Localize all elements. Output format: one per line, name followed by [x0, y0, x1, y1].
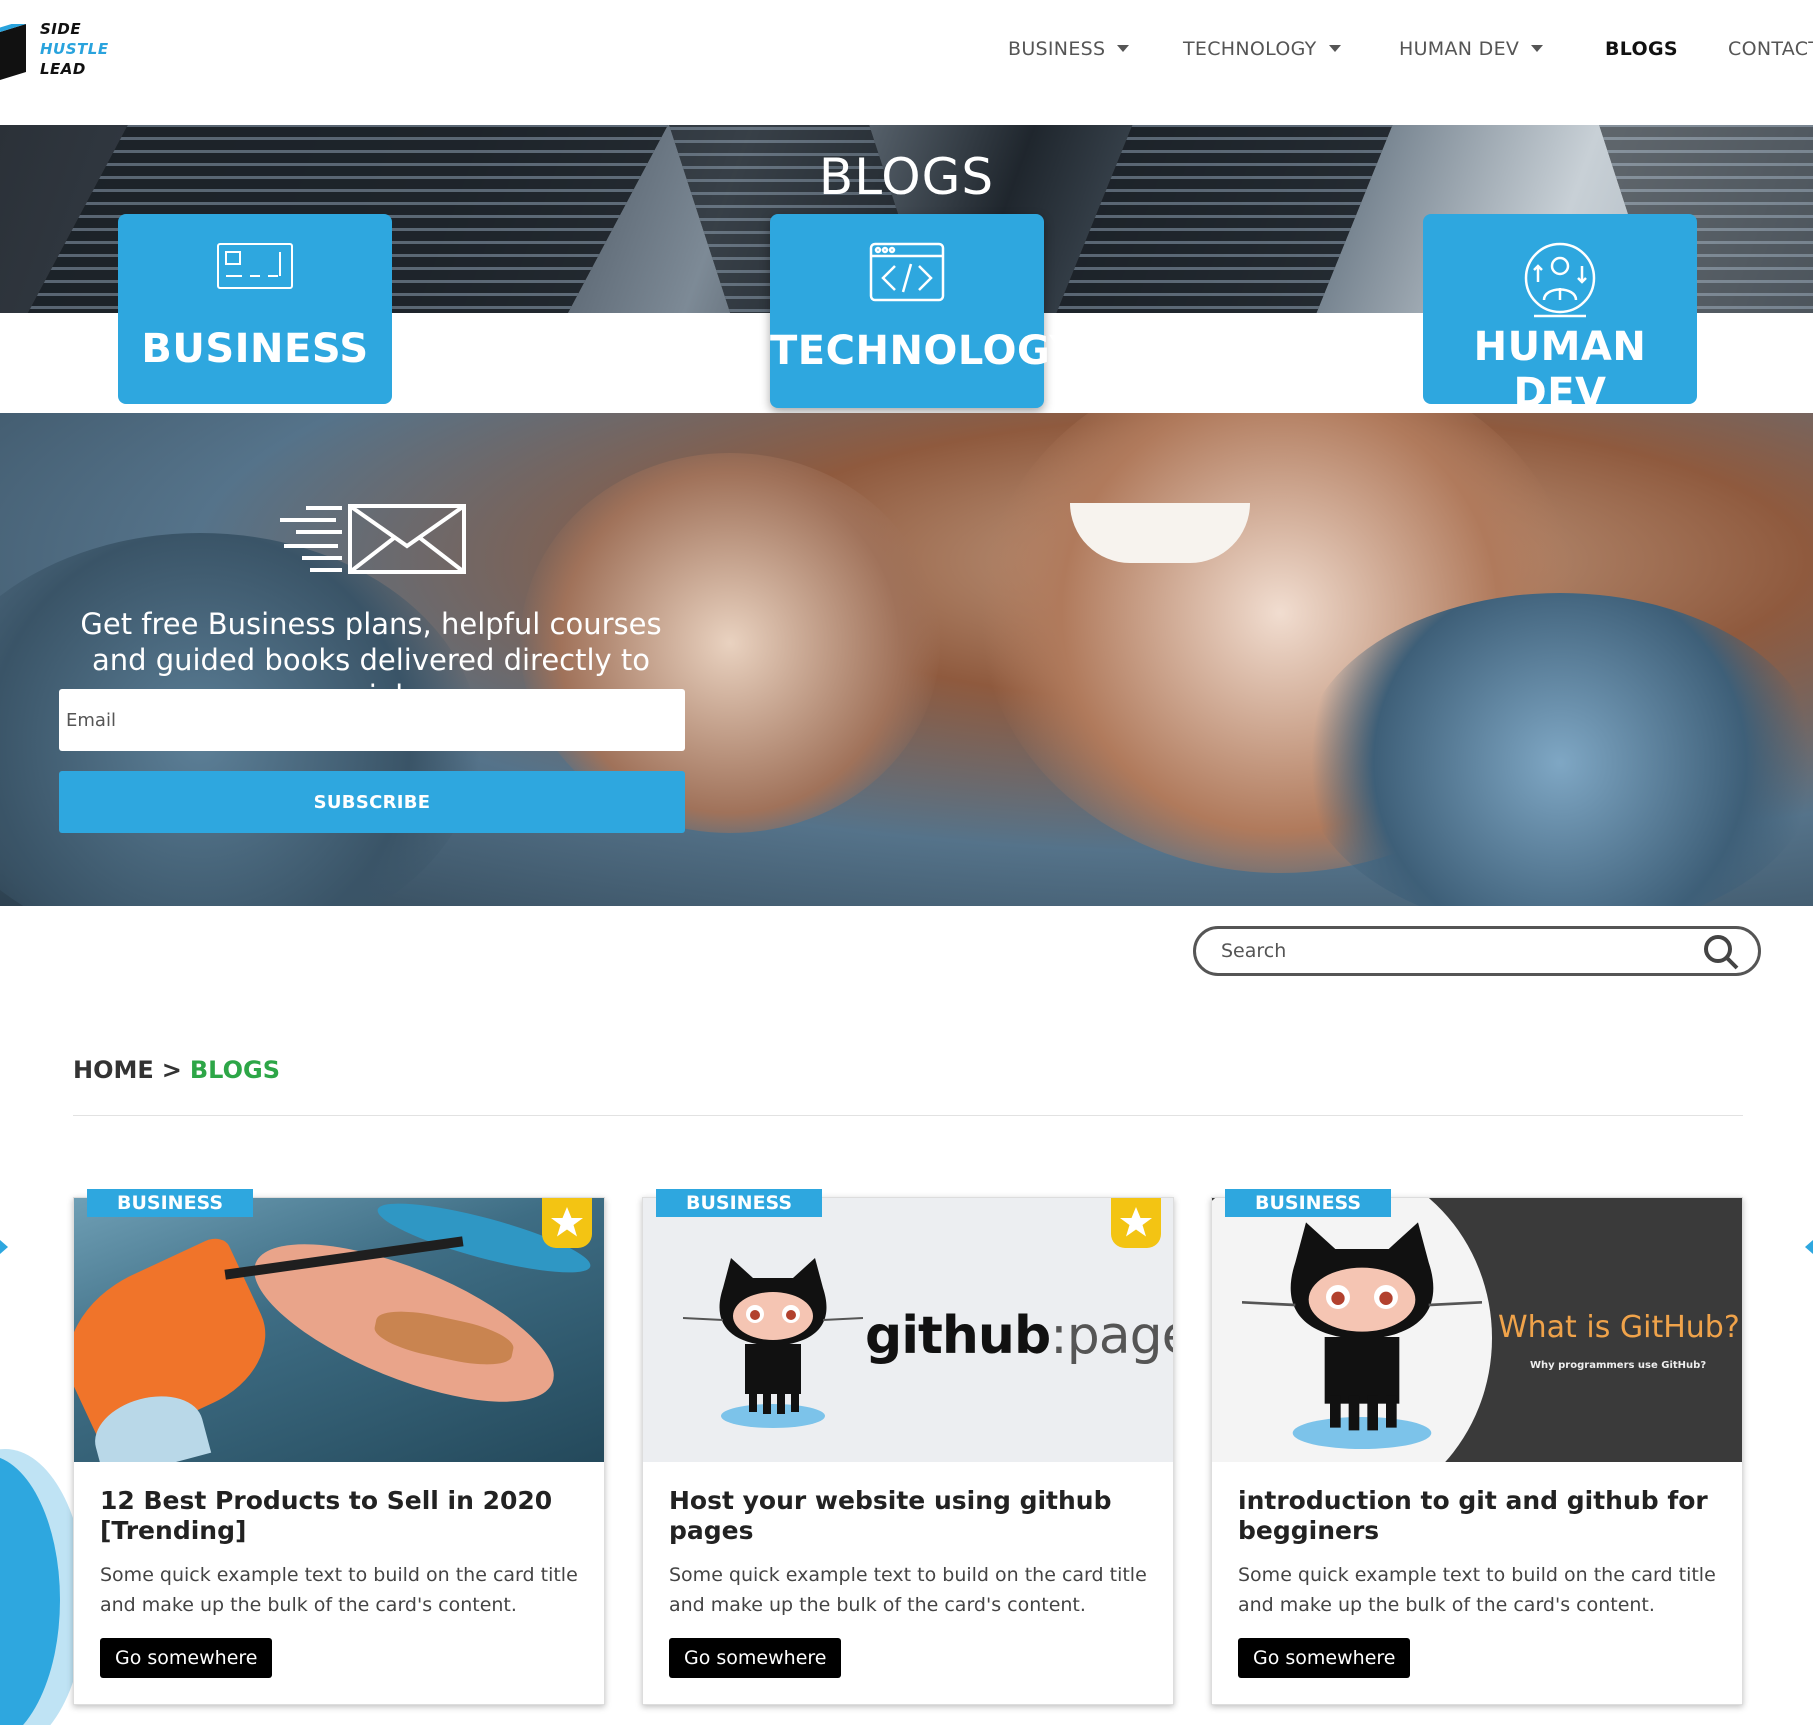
blog-card: BUSINESS github:pages Host your website … [642, 1189, 1174, 1705]
star-icon [551, 1207, 583, 1237]
breadcrumb: HOME > BLOGS [73, 1056, 280, 1084]
category-tag[interactable]: BUSINESS [1225, 1189, 1392, 1217]
featured-star-badge [542, 1198, 592, 1248]
navbar: SIDE HUSTLE LEAD BUSINESS TECHNOLOGY HUM… [0, 0, 1813, 125]
breadcrumb-separator: > [161, 1056, 182, 1084]
nav-item-technology[interactable]: TECHNOLOGY [1183, 38, 1341, 60]
logo-text-hustle: HUSTLE [40, 40, 109, 58]
github-wordmark: github [865, 1306, 1051, 1366]
blog-card: BUSINESS 12 Best Products to Sell in 202… [73, 1189, 605, 1705]
divider [73, 1115, 1743, 1116]
logo-text-lead: LEAD [40, 60, 86, 78]
category-label: TECHNOLOGY [770, 328, 1079, 374]
decorative-shape [0, 1455, 60, 1725]
nav-label: BLOGS [1605, 38, 1678, 60]
image-subheadline: Why programmers use GitHub? [1530, 1360, 1707, 1371]
caret-down-icon [1531, 45, 1544, 52]
search-icon[interactable] [1702, 933, 1740, 971]
post-image-what-is-github: What is GitHub? Why programmers use GitH… [1212, 1198, 1742, 1462]
caret-down-icon [1328, 45, 1341, 52]
site-logo[interactable]: SIDE HUSTLE LEAD [0, 14, 130, 94]
octocat-icon [683, 1258, 863, 1428]
category-tag[interactable]: BUSINESS [656, 1189, 823, 1217]
nav-label: BUSINESS [1008, 38, 1106, 60]
nav-item-contact[interactable]: CONTACT [1728, 38, 1813, 60]
card-body: Host your website using github pages Som… [643, 1462, 1173, 1704]
page-title: BLOGS [818, 148, 995, 206]
card-description: Some quick example text to build on the … [1238, 1564, 1716, 1616]
code-window-icon [869, 242, 945, 302]
search-input[interactable] [1221, 937, 1681, 965]
post-image-github-pages: github:pages [643, 1198, 1173, 1462]
caret-down-icon [1117, 45, 1130, 52]
category-tag[interactable]: BUSINESS [87, 1189, 254, 1217]
mail-icon [280, 504, 466, 574]
pages-wordmark: :pages [1050, 1306, 1173, 1366]
card-icon [217, 243, 293, 289]
nav-label: TECHNOLOGY [1183, 38, 1317, 60]
breadcrumb-current: BLOGS [189, 1056, 280, 1084]
person-globe-icon [1524, 242, 1596, 318]
card-title[interactable]: Host your website using github pages [669, 1486, 1147, 1546]
card-title[interactable]: 12 Best Products to Sell in 2020 [Trendi… [100, 1486, 578, 1546]
category-card-business[interactable]: BUSINESS [118, 214, 392, 404]
nav-label: HUMAN DEV [1399, 38, 1520, 60]
post-image-kayaks [74, 1198, 604, 1462]
email-field[interactable] [59, 689, 685, 751]
logo-text-side: SIDE [40, 20, 82, 38]
go-somewhere-button[interactable]: Go somewhere [100, 1638, 273, 1678]
go-somewhere-button[interactable]: Go somewhere [669, 1638, 842, 1678]
nav-item-business[interactable]: BUSINESS [1008, 38, 1130, 60]
carousel-next-icon[interactable] [1805, 1240, 1813, 1254]
breadcrumb-home[interactable]: HOME [73, 1056, 154, 1084]
card-body: 12 Best Products to Sell in 2020 [Trendi… [74, 1462, 604, 1704]
github-pages-logo-text: github:pages [865, 1306, 1173, 1366]
search-box [1193, 926, 1761, 976]
card-body: introduction to git and github for beggi… [1212, 1462, 1742, 1704]
blog-card: BUSINESS What is GitHub? Why programmers… [1211, 1189, 1743, 1705]
nav-label: CONTACT [1728, 38, 1813, 60]
category-label: HUMAN DEV [1473, 324, 1647, 416]
category-card-human-dev[interactable]: HUMAN DEV [1423, 214, 1697, 416]
octocat-icon [1242, 1222, 1482, 1449]
logo-cube-icon [0, 24, 26, 80]
star-icon [1120, 1207, 1152, 1237]
category-card-technology[interactable]: TECHNOLOGY [770, 214, 1079, 408]
nav-item-blogs[interactable]: BLOGS [1605, 38, 1678, 60]
card-title[interactable]: introduction to git and github for beggi… [1238, 1486, 1716, 1546]
nav-item-human-dev[interactable]: HUMAN DEV [1399, 38, 1544, 60]
card-description: Some quick example text to build on the … [100, 1564, 578, 1616]
image-headline: What is GitHub? [1498, 1310, 1740, 1345]
carousel-prev-icon[interactable] [0, 1240, 8, 1254]
subscribe-button[interactable]: SUBSCRIBE [59, 771, 685, 833]
go-somewhere-button[interactable]: Go somewhere [1238, 1638, 1411, 1678]
card-description: Some quick example text to build on the … [669, 1564, 1147, 1616]
featured-star-badge [1111, 1198, 1161, 1248]
category-label: BUSINESS [141, 326, 369, 372]
